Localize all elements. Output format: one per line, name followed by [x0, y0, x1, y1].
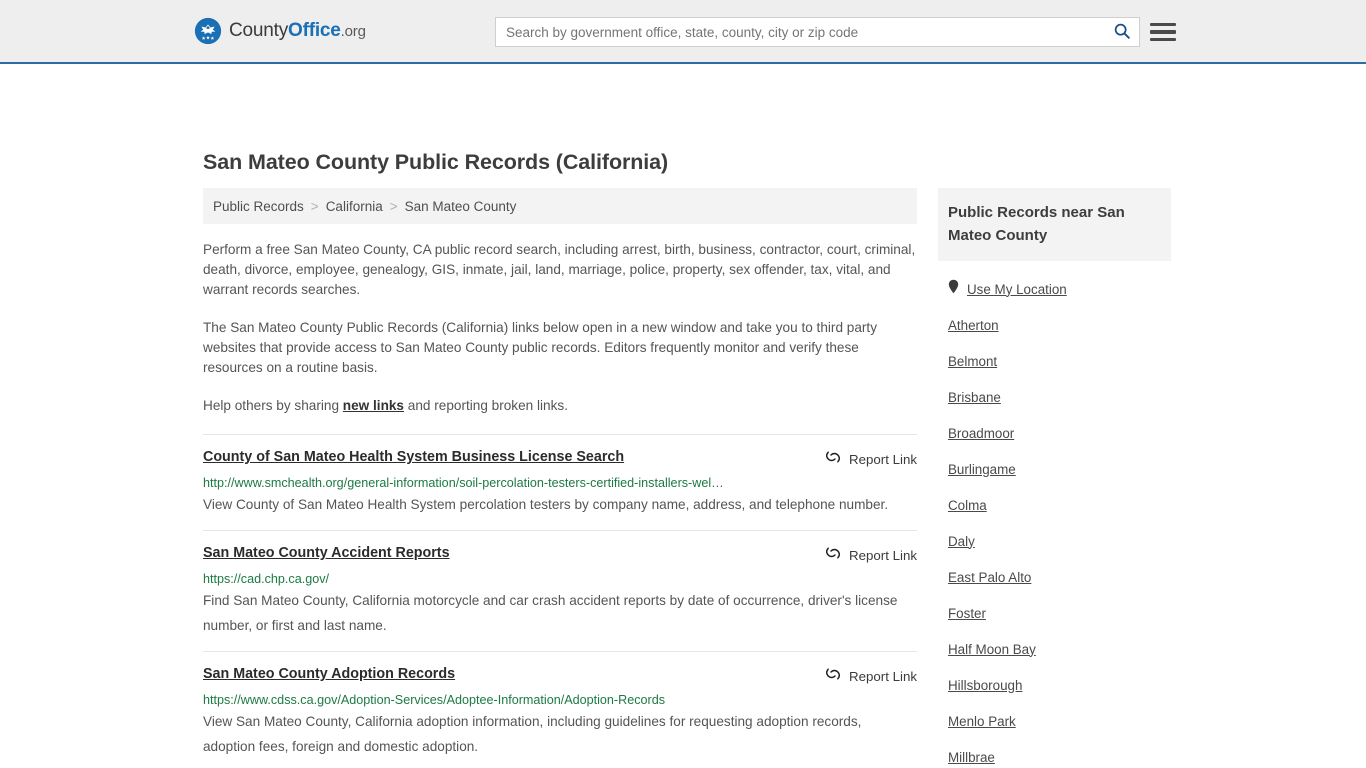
report-link-label: Report Link: [849, 452, 917, 467]
sidebar: Public Records near San Mateo County Use…: [938, 188, 1171, 768]
sidebar-item-foster[interactable]: Foster: [938, 595, 1171, 631]
sidebar-city-label: Belmont: [948, 353, 998, 369]
sidebar-item-millbrae[interactable]: Millbrae: [938, 739, 1171, 768]
broken-link-icon: [825, 666, 841, 687]
result-header: San Mateo County Adoption Records Report…: [203, 666, 917, 687]
broken-link-icon: [825, 545, 841, 566]
map-pin-icon: [948, 279, 959, 299]
result-title-link[interactable]: San Mateo County Accident Reports: [203, 545, 450, 561]
result-item: San Mateo County Adoption Records Report…: [203, 651, 917, 768]
sidebar-item-atherton[interactable]: Atherton: [938, 307, 1171, 343]
result-item: San Mateo County Accident Reports Report…: [203, 530, 917, 651]
intro-paragraph-3: Help others by sharing new links and rep…: [203, 396, 917, 416]
logo-text-org: .org: [340, 23, 366, 40]
intro-p3-after: and reporting broken links.: [404, 398, 568, 413]
sidebar-nearby-list: Use My Location Atherton Belmont Brisban…: [938, 271, 1171, 768]
sidebar-item-east-palo-alto[interactable]: East Palo Alto: [938, 559, 1171, 595]
report-link-button[interactable]: Report Link: [809, 449, 917, 470]
result-description: View County of San Mateo Health System p…: [203, 497, 889, 512]
main-content: Public Records > California > San Mateo …: [203, 188, 917, 768]
result-description: Find San Mateo County, California motorc…: [203, 593, 898, 633]
sidebar-item-burlingame[interactable]: Burlingame: [938, 451, 1171, 487]
result-url: http://www.smchealth.org/general-informa…: [203, 476, 724, 490]
sidebar-city-label: Colma: [948, 497, 987, 513]
site-logo-text: CountyOffice.org: [229, 20, 366, 42]
search-button[interactable]: [1105, 18, 1139, 46]
sidebar-city-label: Half Moon Bay: [948, 641, 1036, 657]
breadcrumb-item-public-records[interactable]: Public Records: [213, 199, 304, 214]
report-link-label: Report Link: [849, 669, 917, 684]
intro-paragraph-1: Perform a free San Mateo County, CA publ…: [203, 242, 916, 297]
sidebar-item-use-my-location[interactable]: Use My Location: [938, 271, 1171, 307]
result-header: San Mateo County Accident Reports Report…: [203, 545, 917, 566]
sidebar-item-belmont[interactable]: Belmont: [938, 343, 1171, 379]
broken-link-icon: [825, 449, 841, 470]
sidebar-item-broadmoor[interactable]: Broadmoor: [938, 415, 1171, 451]
result-header: County of San Mateo Health System Busine…: [203, 449, 917, 470]
intro-p3-before: Help others by sharing: [203, 398, 343, 413]
report-link-button[interactable]: Report Link: [809, 545, 917, 566]
sidebar-item-colma[interactable]: Colma: [938, 487, 1171, 523]
sidebar-city-label: Daly: [948, 533, 975, 549]
use-my-location-label: Use My Location: [967, 281, 1067, 297]
intro-paragraph-2: The San Mateo County Public Records (Cal…: [203, 320, 877, 375]
sidebar-item-menlo-park[interactable]: Menlo Park: [938, 703, 1171, 739]
breadcrumb-item-san-mateo-county: San Mateo County: [404, 198, 517, 214]
sidebar-item-half-moon-bay[interactable]: Half Moon Bay: [938, 631, 1171, 667]
sidebar-item-brisbane[interactable]: Brisbane: [938, 379, 1171, 415]
search-bar: [495, 17, 1140, 47]
eagle-seal-icon: [194, 17, 222, 45]
result-title-link[interactable]: County of San Mateo Health System Busine…: [203, 449, 624, 465]
page-title: San Mateo County Public Records (Califor…: [203, 150, 669, 174]
breadcrumb-separator: >: [310, 198, 319, 214]
intro-text: Perform a free San Mateo County, CA publ…: [203, 224, 917, 416]
sidebar-city-label: Burlingame: [948, 461, 1016, 477]
breadcrumb-separator: >: [389, 198, 398, 214]
new-links-link[interactable]: new links: [343, 398, 404, 413]
result-url: https://cad.chp.ca.gov/: [203, 572, 330, 586]
hamburger-menu-icon[interactable]: [1150, 19, 1176, 45]
sidebar-city-label: Foster: [948, 605, 986, 621]
sidebar-city-label: Brisbane: [948, 389, 1001, 405]
sidebar-city-label: Menlo Park: [948, 713, 1016, 729]
result-url: https://www.cdss.ca.gov/Adoption-Service…: [203, 693, 666, 707]
sidebar-city-label: Broadmoor: [948, 425, 1015, 441]
sidebar-city-label: East Palo Alto: [948, 569, 1032, 585]
report-link-label: Report Link: [849, 548, 917, 563]
logo-text-county: County: [229, 20, 289, 41]
report-link-button[interactable]: Report Link: [809, 666, 917, 687]
logo-text-office: Office: [288, 20, 341, 41]
sidebar-city-label: Atherton: [948, 317, 999, 333]
search-input[interactable]: [496, 18, 1105, 46]
site-logo[interactable]: CountyOffice.org: [194, 17, 366, 45]
hamburger-bar: [1150, 22, 1176, 27]
sidebar-heading: Public Records near San Mateo County: [938, 188, 1171, 261]
sidebar-item-daly[interactable]: Daly: [938, 523, 1171, 559]
search-icon: [1113, 22, 1131, 43]
result-title-link[interactable]: San Mateo County Adoption Records: [203, 666, 455, 682]
hamburger-bar: [1150, 37, 1176, 42]
breadcrumb-item-california[interactable]: California: [326, 199, 383, 214]
site-header: CountyOffice.org: [0, 0, 1366, 64]
sidebar-city-label: Millbrae: [948, 749, 995, 765]
sidebar-item-hillsborough[interactable]: Hillsborough: [938, 667, 1171, 703]
sidebar-city-label: Hillsborough: [948, 677, 1023, 693]
hamburger-bar: [1150, 30, 1176, 34]
result-item: County of San Mateo Health System Busine…: [203, 434, 917, 530]
breadcrumb: Public Records > California > San Mateo …: [203, 188, 917, 224]
result-description: View San Mateo County, California adopti…: [203, 714, 862, 754]
page-body: San Mateo County Public Records (Califor…: [0, 64, 1366, 765]
